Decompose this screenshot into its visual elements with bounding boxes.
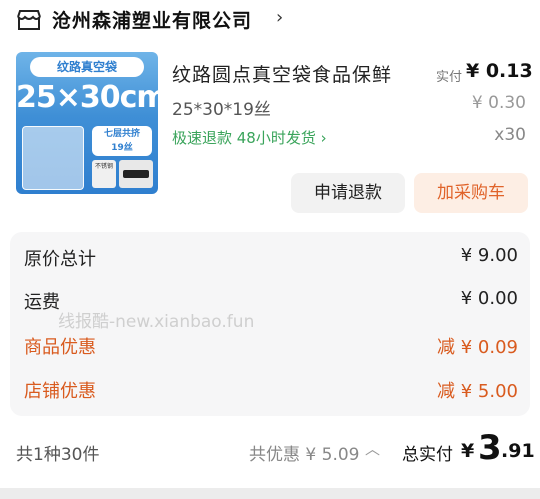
shipping-value: ¥ 0.00 [460,288,518,309]
product-discount-label: 商品优惠 [24,337,96,358]
footer-total: 共1种30件 共优惠 ¥ 5.09 ︿ 总实付 ¥ 3 .91 [0,426,540,482]
paid-price: ¥ 0.13 [466,60,533,82]
image-tag: 纹路真空袋 [30,57,144,77]
chevron-right-icon[interactable]: › [276,7,283,28]
product-spec: 25*30*19丝 [172,100,271,120]
image-size-text: 25×30cm [16,80,158,115]
store-icon [17,10,41,30]
summary-row-shop-discount: 店铺优惠 减 ¥ 5.00 [10,374,530,404]
quantity: x30 [494,125,526,145]
shop-header[interactable]: 沧州森浦塑业有限公司 › [0,0,540,42]
total-integer: 3 [478,428,502,468]
product-discount-value: 减 ¥ 0.09 [437,337,518,358]
shop-discount-label: 店铺优惠 [24,381,96,402]
original-price: ¥ 0.30 [471,93,526,113]
bag-illustration [22,126,84,190]
shipping-label: 运费 [24,292,60,313]
image-layers-badge: 七层共挤 19丝 [92,126,152,156]
product-image[interactable]: 纹路真空袋 25×30cm 七层共挤 19丝 不锈钢 [16,52,158,194]
paid-label: 实付 [436,70,463,85]
watermark: 线报酷-new.xianbao.fun [58,312,255,332]
shop-discount-value: 减 ¥ 5.00 [437,381,518,402]
total-paid-label: 总实付 [402,445,453,465]
chevron-up-icon[interactable]: ︿ [365,438,380,459]
item-count: 共1种30件 [16,445,100,465]
product-title[interactable]: 纹路圆点真空袋食品保鲜 [172,60,392,87]
total-savings[interactable]: 共优惠 ¥ 5.09 [249,440,359,465]
summary-row-original-total: 原价总计 ¥ 9.00 [10,242,530,272]
layers-line-2: 19丝 [111,143,133,153]
add-to-cart-button[interactable]: 加采购车 [414,173,528,213]
image-chip-label: 不锈钢 [92,160,116,188]
layers-line-1: 七层共挤 [103,129,140,139]
bottom-divider [0,488,540,499]
original-total-value: ¥ 9.00 [460,245,518,266]
service-tags[interactable]: 极速退款 48小时发货 › [172,127,327,148]
summary-row-product-discount: 商品优惠 减 ¥ 0.09 [10,330,530,360]
shop-name[interactable]: 沧州森浦塑业有限公司 [52,6,252,33]
refund-button[interactable]: 申请退款 [291,173,405,213]
total-currency: ¥ [461,440,475,462]
original-total-label: 原价总计 [24,249,96,270]
total-decimal: .91 [501,440,535,462]
sealer-illustration [119,160,153,188]
